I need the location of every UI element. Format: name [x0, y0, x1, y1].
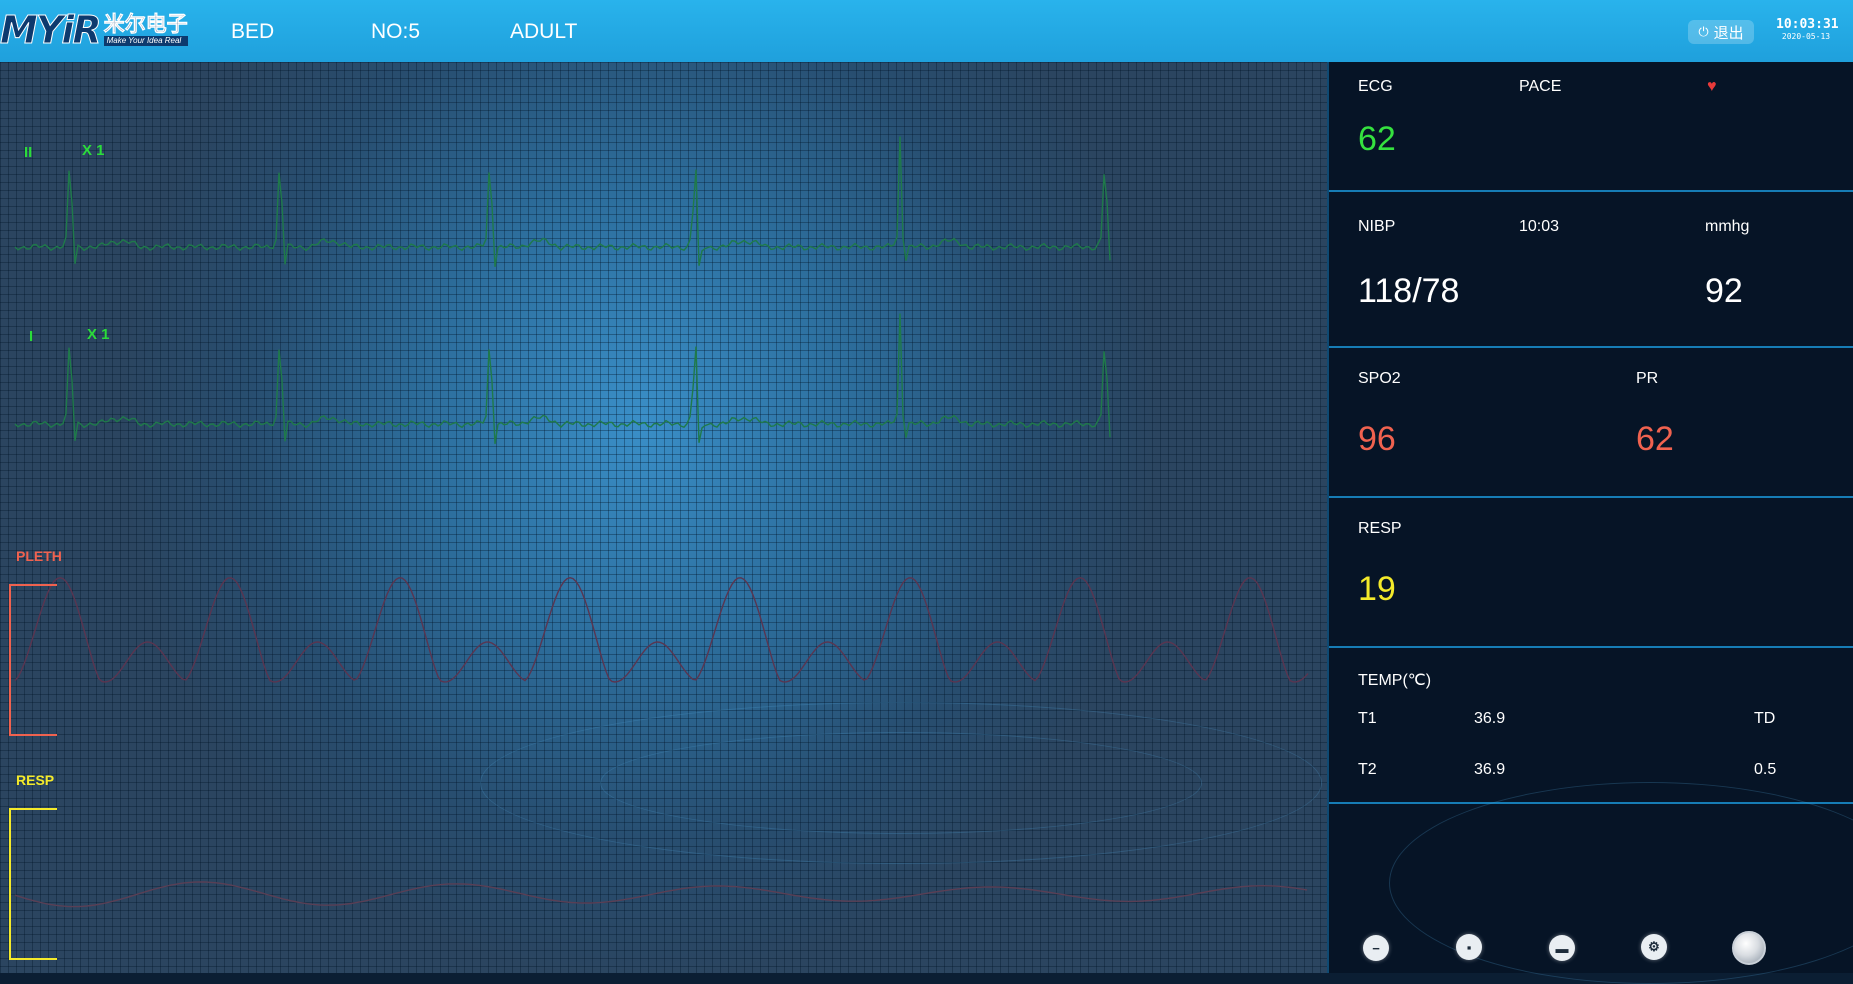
heart-icon: ♥	[1707, 78, 1717, 95]
pleth-trace	[14, 576, 1309, 683]
ecg-lead-i-trace	[14, 313, 1111, 445]
nibp-label: NIBP	[1358, 218, 1396, 235]
resp-card[interactable]: RESP 19	[1329, 498, 1853, 648]
bed-number: NO:5	[371, 20, 421, 43]
temp-card[interactable]: TEMP(℃) T1 36.9 TD T2 36.9 0.5	[1329, 648, 1853, 804]
lead-i-label: I	[29, 328, 34, 345]
t2-value: 36.9	[1474, 761, 1506, 778]
td-value: 0.5	[1754, 761, 1777, 778]
logo-tagline: Make Your Idea Real	[103, 36, 188, 46]
nibp-time: 10:03	[1519, 218, 1560, 235]
waveform-canvas	[14, 136, 1309, 908]
pr-label: PR	[1636, 370, 1659, 387]
t1-label: T1	[1358, 710, 1377, 727]
exit-label: 退出	[1713, 24, 1744, 42]
exit-button[interactable]: ⏻ 退出	[1688, 20, 1754, 44]
logo-text: MYiR	[0, 8, 102, 53]
heart-rate-value: 62	[1358, 120, 1396, 158]
knob-icon[interactable]	[1732, 931, 1766, 965]
resp-trace	[14, 881, 1308, 908]
ecg-label: ECG	[1358, 78, 1393, 95]
t2-label: T2	[1358, 761, 1377, 778]
clock-time: 10:03:31	[1776, 17, 1839, 32]
clock-date: 2020-05-13	[1781, 32, 1831, 41]
pleth-scale-bracket	[9, 584, 57, 736]
control-button-row: − ▪ ▬ ⚙	[1329, 782, 1853, 984]
pleth-label: PLETH	[16, 548, 62, 564]
minus-circle-icon[interactable]: −	[1363, 935, 1389, 961]
gear-icon[interactable]: ⚙	[1641, 934, 1667, 960]
logo-cn-text: 米尔电子	[103, 13, 188, 36]
resp-label: RESP	[1358, 520, 1402, 537]
nibp-mean-value: 92	[1705, 272, 1743, 310]
ecg-card[interactable]: ECG PACE ♥ 62	[1329, 62, 1853, 192]
power-icon: ⏻	[1698, 24, 1709, 39]
temp-label: TEMP(℃)	[1358, 672, 1432, 689]
t1-value: 36.9	[1474, 710, 1506, 727]
ecg-lead-ii-trace	[14, 136, 1111, 268]
nibp-card[interactable]: NIBP 10:03 mmhg 118/78 92	[1329, 192, 1853, 348]
pace-label: PACE	[1519, 78, 1562, 95]
top-bar: MYiR 米尔电子 Make Your Idea Real BED NO:5 A…	[0, 0, 1853, 62]
pr-value: 62	[1636, 420, 1674, 458]
lead-ii-label: II	[24, 144, 33, 161]
vitals-panel: ECG PACE ♥ 62 NIBP 10:03 mmhg 118/78 92 …	[1327, 62, 1853, 984]
print-icon[interactable]: ▬	[1549, 935, 1575, 961]
clock: 10:03:31 2020-05-13	[1776, 17, 1839, 42]
lead-ii-gain: X 1	[82, 142, 105, 159]
nibp-value: 118/78	[1358, 272, 1460, 310]
bed-label: BED	[231, 20, 275, 43]
waveform-area: II X 1 I X 1 PLETH RESP	[0, 62, 1327, 973]
spo2-value: 96	[1358, 420, 1396, 458]
resp-scale-bracket	[9, 808, 57, 960]
save-icon[interactable]: ▪	[1456, 934, 1482, 960]
spo2-card[interactable]: SPO2 PR 96 62	[1329, 348, 1853, 498]
nibp-unit: mmhg	[1705, 218, 1750, 235]
resp-value: 19	[1358, 570, 1396, 608]
patient-type: ADULT	[510, 20, 578, 43]
resp-wave-label: RESP	[16, 772, 55, 788]
lead-i-gain: X 1	[87, 326, 110, 343]
td-label: TD	[1754, 710, 1776, 727]
myir-logo: MYiR 米尔电子 Make Your Idea Real	[0, 8, 188, 53]
spo2-label: SPO2	[1358, 370, 1401, 387]
